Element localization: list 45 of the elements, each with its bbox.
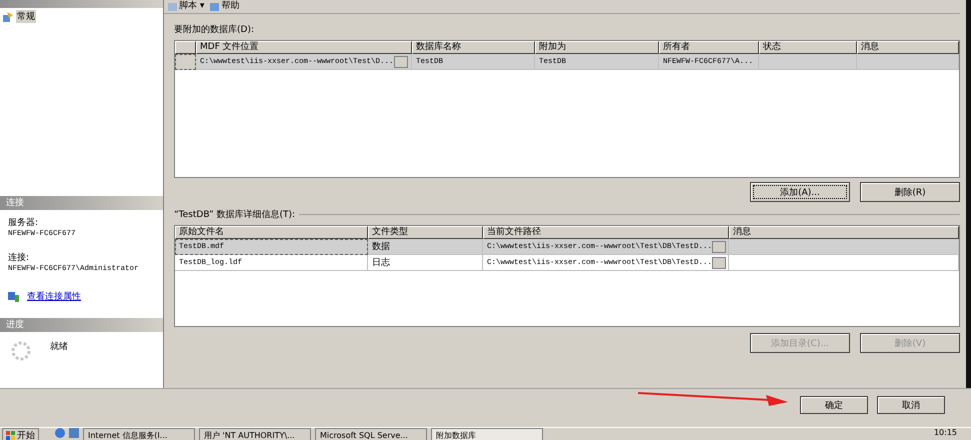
dialog-button[interactable]: 确定	[800, 396, 868, 414]
column-header[interactable]: 所有者	[659, 41, 759, 54]
section-label: 要附加的数据库(D):	[174, 24, 255, 36]
column-header[interactable]: 文件类型	[368, 226, 483, 239]
table-cell: 日志	[372, 256, 390, 268]
browse-button[interactable]	[394, 56, 408, 68]
start-button[interactable]: 开始	[2, 428, 39, 440]
browser-icon[interactable]	[55, 428, 65, 438]
toolbar-button[interactable]: 帮助	[210, 1, 240, 12]
column-header[interactable]: 原始文件名	[175, 226, 368, 239]
dialog-button[interactable]: 添加(A)...	[750, 182, 850, 202]
clock: 10:15	[934, 428, 957, 438]
row-header[interactable]	[175, 54, 196, 70]
taskbar-button[interactable]: Internet 信息服务(I...	[83, 428, 195, 440]
spinner-icon	[10, 340, 32, 362]
section-label: “TestDB” 数据库详细信息(T):	[174, 208, 296, 221]
connection-label: 连接:	[8, 252, 30, 264]
column-header[interactable]: 数据库名称	[412, 41, 535, 54]
table-cell: 数据	[372, 240, 390, 252]
taskbar-button[interactable]: 附加数据库	[431, 428, 543, 440]
column-header[interactable]: 状态	[759, 41, 857, 54]
document-icon	[210, 2, 220, 10]
column-header[interactable]: 消息	[857, 41, 959, 54]
toolbar-button[interactable]: 脚本 ▾	[168, 1, 204, 12]
flag-icon	[6, 430, 15, 440]
column-header[interactable]: MDF 文件位置	[196, 41, 412, 54]
taskbar-button[interactable]: 用户 'NT AUTHORITY\...	[199, 428, 311, 440]
section-header: 连接	[0, 196, 163, 210]
browse-button[interactable]	[712, 256, 726, 268]
column-header[interactable]: 当前文件路径	[483, 226, 729, 239]
document-icon	[168, 2, 177, 10]
connection-properties-link[interactable]: 查看连接属性	[27, 290, 81, 304]
server-label: 服务器:	[8, 216, 40, 230]
progress-status: 就绪	[50, 340, 68, 354]
dialog-button[interactable]: 删除(R)	[860, 182, 960, 202]
section-header: 进度	[0, 318, 163, 332]
desktop-icon[interactable]	[69, 428, 79, 438]
page-item[interactable]: 常规	[16, 10, 36, 23]
connection-icon	[8, 292, 19, 302]
taskbar-button[interactable]: Microsoft SQL Serve...	[315, 428, 427, 440]
column-header[interactable]: 消息	[729, 226, 959, 239]
column-header[interactable]: 附加为	[535, 41, 659, 54]
dialog-button[interactable]: 取消	[877, 396, 945, 414]
properties-icon	[3, 12, 13, 22]
browse-button[interactable]	[712, 240, 726, 252]
